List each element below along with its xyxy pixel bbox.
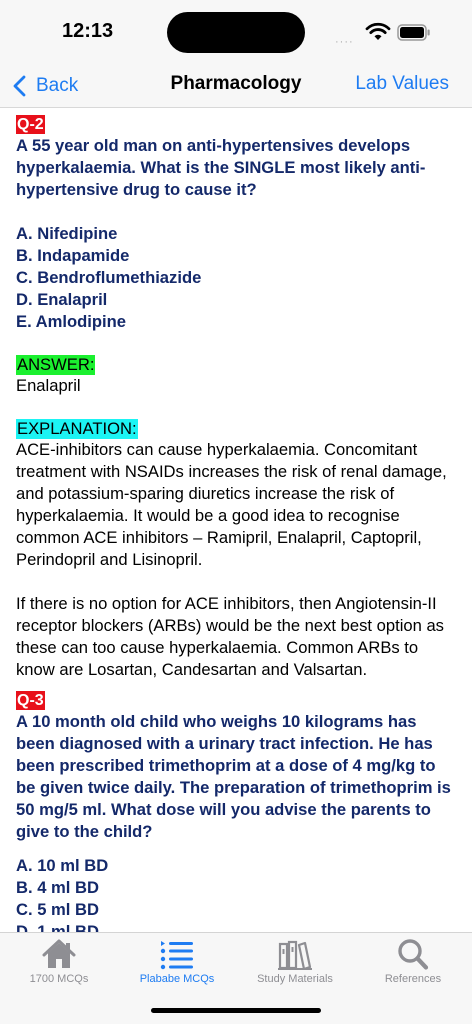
answer-text: Enalapril [16, 376, 81, 395]
list-icon [160, 941, 193, 970]
explanation-label: EXPLANATION: [16, 419, 138, 439]
question-text: A 55 year old man on anti-hypertensives … [16, 136, 426, 199]
signal-dots-icon: ···· [335, 36, 354, 48]
tab-label: References [384, 973, 442, 985]
house-icon [42, 939, 76, 968]
tab-1700-mcqs[interactable]: 1700 MCQs [0, 933, 118, 993]
battery-icon [397, 24, 430, 41]
explanation-paragraph-1: ACE-inhibitors can cause hyperkalaemia. … [16, 440, 447, 569]
tab-label: Study Materials [257, 973, 333, 985]
home-indicator [151, 1008, 321, 1013]
tab-label: 1700 MCQs [29, 973, 89, 985]
back-button[interactable]: Back [12, 70, 78, 102]
magnifier-icon [398, 939, 429, 970]
option-c[interactable]: C. Bendroflumethiazide [16, 267, 456, 289]
question-text: A 10 month old child who weighs 10 kilog… [16, 712, 451, 841]
navigation-bar: Back Pharmacology Lab Values [0, 64, 472, 108]
tab-plababe-mcqs[interactable]: Plababe MCQs [118, 933, 236, 993]
tab-label: Plababe MCQs [139, 973, 215, 985]
option-e[interactable]: E. Amlodipine [16, 311, 456, 333]
question-block-q2: Q-2 A 55 year old man on anti-hypertensi… [16, 115, 456, 681]
status-time: 12:13 [62, 20, 114, 42]
question-number-badge: Q-3 [16, 691, 45, 710]
status-bar: 12:13 ···· [0, 0, 472, 64]
back-label: Back [36, 75, 79, 96]
option-a[interactable]: A. Nifedipine [16, 223, 456, 245]
explanation-paragraph-2: If there is no option for ACE inhibitors… [16, 594, 444, 679]
answer-label: ANSWER: [16, 355, 96, 375]
screen: 12:13 ···· Back Pharmacology Lab Values … [0, 0, 472, 1024]
option-b[interactable]: B. 4 ml BD [16, 877, 456, 899]
lab-values-button[interactable]: Lab Values [355, 73, 449, 95]
options-list: A. Nifedipine B. Indapamide C. Bendroflu… [16, 223, 456, 333]
tab-study-materials[interactable]: Study Materials [236, 933, 354, 993]
question-content[interactable]: Q-2 A 55 year old man on anti-hypertensi… [0, 108, 472, 932]
option-b[interactable]: B. Indapamide [16, 245, 456, 267]
options-list: A. 10 ml BD B. 4 ml BD C. 5 ml BD D. 1 m… [16, 855, 456, 932]
chevron-left-icon [13, 75, 26, 97]
tab-references[interactable]: References [354, 933, 472, 993]
question-number-badge: Q-2 [16, 115, 45, 134]
wifi-icon [365, 22, 391, 40]
dynamic-island [167, 12, 305, 53]
question-block-q3: Q-3 A 10 month old child who weighs 10 k… [16, 691, 456, 932]
option-a[interactable]: A. 10 ml BD [16, 855, 456, 877]
books-icon [278, 940, 312, 970]
option-d[interactable]: D. Enalapril [16, 289, 456, 311]
option-d[interactable]: D. 1 ml BD [16, 921, 456, 932]
option-c[interactable]: C. 5 ml BD [16, 899, 456, 921]
